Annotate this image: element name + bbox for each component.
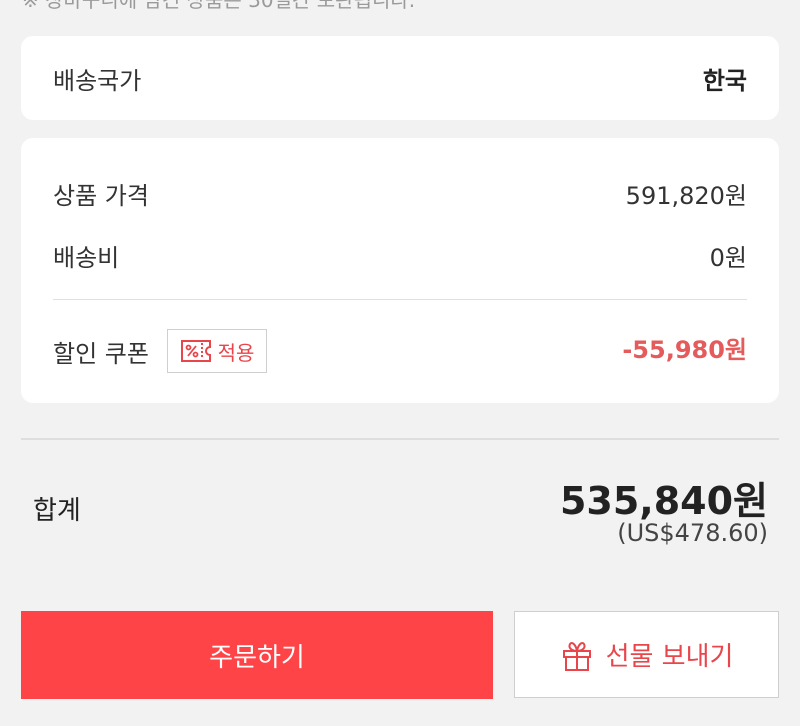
order-button[interactable]: 주문하기 — [21, 611, 493, 699]
send-gift-button[interactable]: 선물 보내기 — [514, 611, 779, 698]
gift-icon — [562, 641, 591, 671]
shipping-country-card: 배송국가 한국 — [21, 36, 779, 120]
discount-value: -55,980원 — [622, 336, 747, 364]
order-button-label: 주문하기 — [209, 642, 305, 673]
total-value: 535,840원 — [559, 479, 768, 523]
total-label: 합계 — [33, 496, 81, 526]
product-price-value: 591,820원 — [625, 182, 747, 210]
coupon-apply-label: 적용 — [217, 340, 255, 365]
product-price-label: 상품 가격 — [53, 182, 149, 210]
price-divider — [53, 299, 747, 300]
total-separator — [21, 438, 779, 440]
shipping-fee-value: 0원 — [709, 244, 747, 272]
price-summary-card: 상품 가격 591,820원 배송비 0원 할인 쿠폰 적용 -55,980원 — [21, 138, 779, 403]
shipping-country-label: 배송국가 — [53, 67, 142, 95]
shipping-country-value[interactable]: 한국 — [703, 61, 747, 96]
coupon-label: 할인 쿠폰 — [53, 340, 149, 368]
total-usd-value: (US$478.60) — [617, 519, 768, 547]
percent-coupon-icon — [180, 340, 211, 362]
send-gift-label: 선물 보내기 — [605, 642, 734, 672]
cart-notice: ※ 장바구니에 담긴 상품은 30일간 보관됩니다. — [22, 0, 416, 12]
coupon-apply-button[interactable]: 적용 — [167, 329, 267, 373]
shipping-fee-label: 배송비 — [53, 244, 120, 272]
